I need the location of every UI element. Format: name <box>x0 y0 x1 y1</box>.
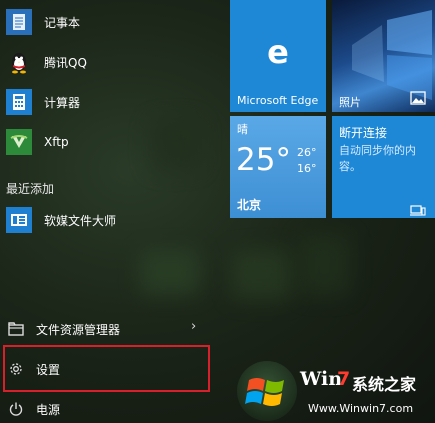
app-item-qq[interactable]: 腾讯QQ <box>6 48 87 76</box>
notepad-icon <box>6 9 32 35</box>
edge-icon: e <box>261 33 295 71</box>
file-explorer-icon <box>6 319 26 339</box>
watermark-brand-win: Win <box>300 368 343 390</box>
file-explorer-item[interactable]: 文件资源管理器 <box>6 318 120 340</box>
app-item-notepad[interactable]: 记事本 <box>6 8 80 36</box>
weather-high: 26° <box>297 146 317 159</box>
weather-tile[interactable]: 晴 25° 26° 16° 北京 <box>230 116 326 218</box>
xftp-icon <box>6 129 32 155</box>
edge-tile-label: Microsoft Edge <box>237 94 319 107</box>
background-blur <box>300 235 350 295</box>
device-sync-icon <box>410 202 426 221</box>
app-label: 软媒文件大师 <box>44 213 117 228</box>
calculator-icon <box>6 89 32 115</box>
power-icon <box>6 399 26 419</box>
app-item-calculator[interactable]: 计算器 <box>6 88 80 116</box>
sync-desc-line1: 自动同步你的内 <box>339 144 416 157</box>
weather-temp: 25° <box>236 142 291 178</box>
sync-tile[interactable]: 断开连接 自动同步你的内 容。 <box>332 116 435 218</box>
app-item-xftp[interactable]: Xftp <box>6 128 69 156</box>
app-label: 记事本 <box>44 15 81 30</box>
sync-title: 断开连接 <box>339 126 388 140</box>
edge-tile[interactable]: e Microsoft Edge <box>230 0 326 112</box>
sync-desc-line2: 容。 <box>339 160 361 173</box>
app-label: Xftp <box>44 135 69 149</box>
background-blur <box>140 250 200 295</box>
app-label: 腾讯QQ <box>44 55 87 70</box>
svg-text:e: e <box>267 34 289 68</box>
power-label: 电源 <box>36 402 61 417</box>
app-label: 计算器 <box>44 95 81 110</box>
chevron-right-icon[interactable]: › <box>191 319 196 334</box>
watermark: Win 7 系统之家 Www.Winwin7.com <box>234 358 434 423</box>
section-header-recent: 最近添加 <box>6 182 55 196</box>
photos-icon <box>410 90 426 109</box>
settings-highlight-box <box>3 345 210 392</box>
weather-low: 16° <box>297 162 317 175</box>
watermark-url: Www.Winwin7.com <box>308 402 414 415</box>
background-blur <box>150 120 200 170</box>
file-explorer-label: 文件资源管理器 <box>36 322 121 337</box>
photos-tile-label: 照片 <box>339 96 361 109</box>
watermark-brand-cn: 系统之家 <box>352 375 417 394</box>
power-item[interactable]: 电源 <box>6 398 60 420</box>
weather-city: 北京 <box>237 198 262 212</box>
file-master-icon <box>6 207 32 233</box>
app-item-file-master[interactable]: 软媒文件大师 <box>6 206 116 234</box>
background-blur <box>232 250 292 300</box>
photos-tile[interactable]: 照片 <box>332 0 435 112</box>
weather-condition: 晴 <box>237 123 248 136</box>
qq-penguin-icon <box>6 49 32 75</box>
watermark-brand-7: 7 <box>337 368 351 390</box>
